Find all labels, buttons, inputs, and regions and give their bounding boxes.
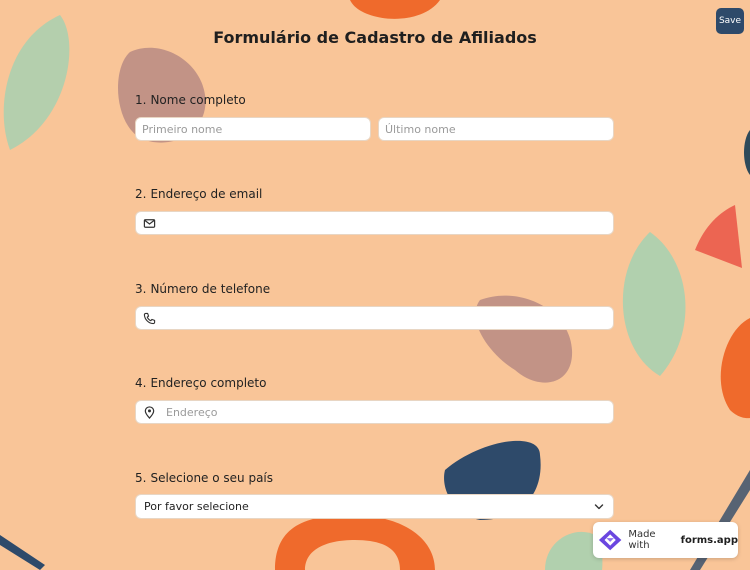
question-number: 2. xyxy=(135,187,147,201)
envelope-icon xyxy=(143,219,156,228)
phone-field[interactable] xyxy=(135,306,614,330)
question-address: 4. Endereço completo xyxy=(135,376,266,390)
made-with-forms-app-badge[interactable]: Made with forms.app xyxy=(593,522,738,558)
form-title: Formulário de Cadastro de Afiliados xyxy=(213,28,537,47)
forms-app-logo-icon xyxy=(598,529,622,551)
question-label: Endereço de email xyxy=(150,187,263,201)
map-pin-icon xyxy=(144,406,155,419)
green-leaf-right-shape xyxy=(622,232,686,376)
question-label: Selecione o seu país xyxy=(150,471,274,485)
question-number: 3. xyxy=(135,282,147,296)
decorative-background xyxy=(0,0,750,570)
phone-icon xyxy=(143,312,156,325)
first-name-input[interactable] xyxy=(136,118,370,141)
question-label: Endereço completo xyxy=(150,376,267,390)
orange-blob-right-shape xyxy=(720,318,750,419)
question-phone: 3. Número de telefone xyxy=(135,282,270,296)
question-label: Número de telefone xyxy=(150,282,271,296)
email-field[interactable] xyxy=(135,211,614,235)
badge-prefix: Made with xyxy=(628,529,656,551)
country-select-value: Por favor selecione xyxy=(144,500,249,513)
last-name-field[interactable] xyxy=(378,117,614,141)
address-input[interactable] xyxy=(136,401,613,424)
question-label: Nome completo xyxy=(150,93,246,107)
question-email: 2. Endereço de email xyxy=(135,187,262,201)
question-full-name: 1. Nome completo xyxy=(135,93,246,107)
save-button[interactable]: Save xyxy=(716,8,744,34)
badge-brand: forms.app xyxy=(680,534,738,546)
orange-arc-shape xyxy=(350,0,440,19)
chevron-down-icon xyxy=(594,504,604,510)
red-triangle-shape xyxy=(695,205,742,268)
question-number: 5. xyxy=(135,471,147,485)
orange-ring-shape xyxy=(275,515,435,570)
first-name-field[interactable] xyxy=(135,117,371,141)
question-number: 1. xyxy=(135,93,147,107)
dark-stroke-left-shape xyxy=(0,535,45,570)
question-number: 4. xyxy=(135,376,147,390)
email-input[interactable] xyxy=(136,212,613,235)
question-country: 5. Selecione o seu país xyxy=(135,471,273,485)
last-name-input[interactable] xyxy=(379,118,613,141)
country-select[interactable]: Por favor selecione xyxy=(135,494,614,519)
dark-blob-edge-shape xyxy=(744,130,750,175)
phone-input[interactable] xyxy=(136,307,613,330)
address-field[interactable] xyxy=(135,400,614,424)
